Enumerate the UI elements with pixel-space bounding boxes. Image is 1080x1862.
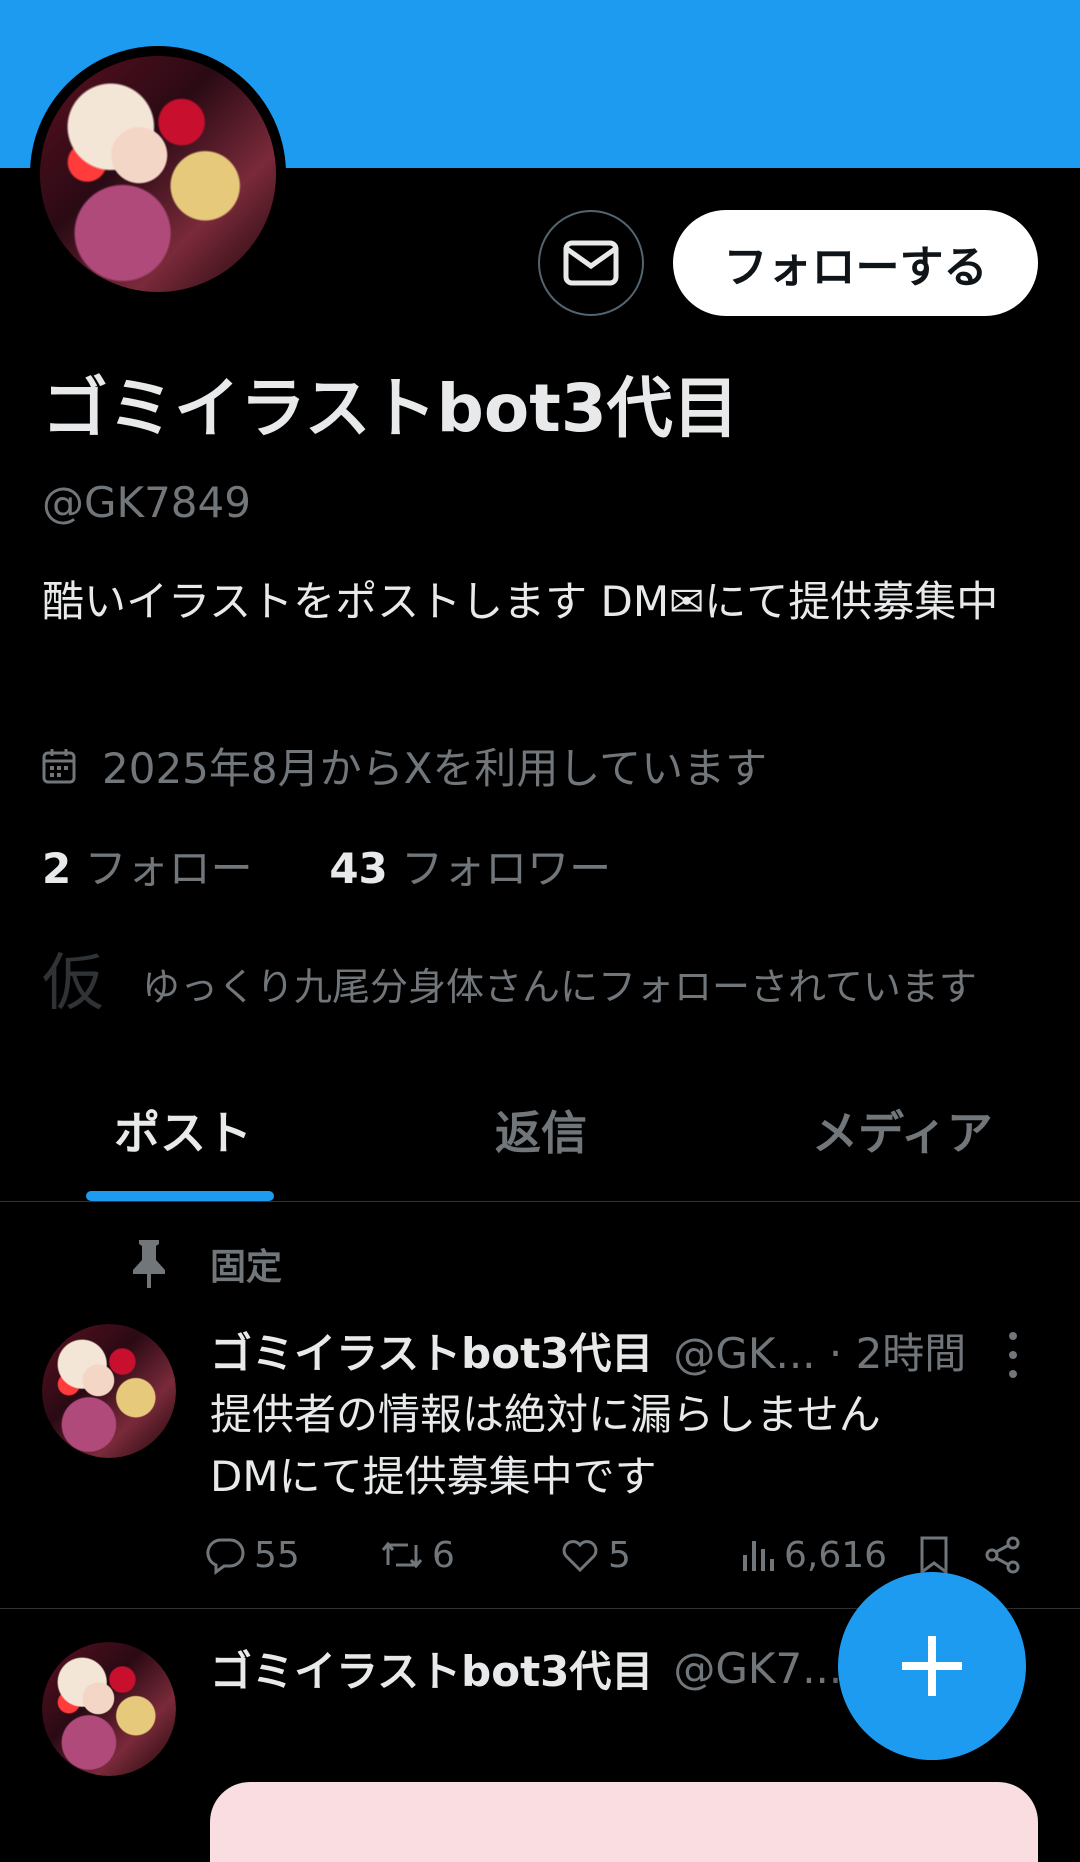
post-avatar[interactable] [42,1642,176,1776]
post-media[interactable] [210,1782,1038,1862]
post-text: 提供者の情報は絶対に漏らしません DMにて提供募集中です [210,1390,881,1501]
avatar-image [42,1642,176,1776]
post-author-name[interactable]: ゴミイラストbot3代目 [210,1638,653,1699]
repost-button[interactable]: 6 [380,1530,455,1580]
following-link[interactable]: 2 フォロー [42,844,253,893]
post-author-name[interactable]: ゴミイラストbot3代目 [210,1320,653,1381]
post-header: ゴミイラストbot3代目 @GK... · 2時間 [210,1320,966,1381]
pin-icon [128,1238,170,1290]
calendar-icon [42,748,76,784]
tab-posts[interactable]: ポスト [114,1085,252,1201]
mail-icon [563,240,619,286]
views-icon [743,1541,774,1571]
followed-by[interactable]: 仮 ゆっくり九尾分身体さんにフォローされています [42,948,977,1018]
like-button[interactable]: 5 [560,1530,631,1580]
compose-button[interactable] [838,1572,1026,1760]
handle: @GK7849 [42,478,251,527]
active-tab-indicator [86,1191,274,1201]
repost-count: 6 [432,1534,455,1576]
avatar-image [42,1324,176,1458]
following-label: フォロー [84,844,253,893]
profile-avatar[interactable] [30,46,286,302]
message-button[interactable] [538,210,644,316]
tab-replies[interactable]: 返信 [495,1085,587,1201]
profile-tabs: ポスト 返信 メディア [0,1085,1080,1202]
bookmark-icon [920,1536,948,1575]
reply-icon [206,1538,245,1575]
followed-by-text: ゆっくり九尾分身体さんにフォローされています [142,964,977,1009]
joined-date: 2025年8月からXを利用しています [42,735,767,796]
reply-count: 55 [254,1534,300,1576]
followers-label: フォロワー [401,844,612,893]
plus-icon [902,1636,962,1696]
post-avatar[interactable] [42,1324,176,1458]
followers-link[interactable]: 43 フォロワー [329,844,611,893]
tab-media[interactable]: メディア [812,1085,993,1201]
share-button[interactable] [984,1530,1030,1580]
repost-icon [381,1541,423,1569]
follower-avatar: 仮 [42,946,105,1019]
more-icon[interactable] [1000,1332,1026,1378]
display-name: ゴミイラストbot3代目 [42,370,739,447]
pinned-label: 固定 [210,1247,283,1288]
bio: 酷いイラストをポストします DM✉にて提供募集中 [42,577,999,626]
share-icon [985,1536,1020,1574]
post-header: ゴミイラストbot3代目 @GK7... [210,1638,842,1699]
followers-count: 43 [329,844,388,893]
views-button[interactable]: 6,616 [740,1530,887,1580]
avatar-image [40,56,276,292]
pinned-indicator: 固定 [128,1238,282,1290]
like-icon [562,1540,598,1573]
post-meta: @GK7... [673,1644,843,1693]
joined-text: 2025年8月からXを利用しています [102,744,768,793]
views-count: 6,616 [784,1534,888,1576]
reply-button[interactable]: 55 [206,1530,300,1580]
like-count: 5 [608,1534,631,1576]
follow-counts: 2 フォロー 43 フォロワー [42,835,611,896]
post-meta: @GK... · 2時間 [673,1329,967,1378]
following-count: 2 [42,844,72,893]
follow-button[interactable]: フォローする [673,210,1038,316]
